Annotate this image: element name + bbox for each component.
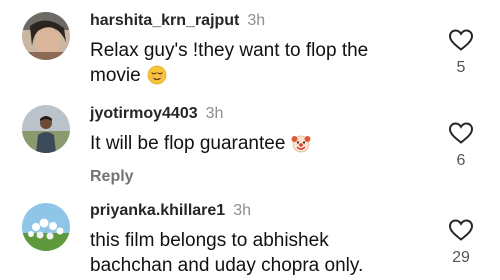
timestamp: 3h [205, 105, 224, 122]
timestamp: 3h [233, 202, 251, 219]
like-count: 6 [456, 152, 466, 169]
heart-icon[interactable] [446, 28, 476, 52]
comment-text-line: Relax guy's !they want to flop the [90, 40, 369, 61]
comment-text-line: bachchan and uday chopra only. [90, 255, 364, 276]
like-count: 5 [456, 59, 466, 76]
relieved-face-icon [147, 65, 167, 92]
comment-meta: harshita_krn_rajput 3h [90, 10, 420, 32]
comment-meta: jyotirmoy4403 3h [90, 103, 420, 125]
comment-meta: priyanka.khillare1 3h [90, 200, 420, 222]
username[interactable]: jyotirmoy4403 [90, 105, 198, 122]
heart-icon[interactable] [446, 218, 476, 242]
comment-text: this film belongs to abhishek bachchan a… [90, 228, 420, 278]
comment-text: Relax guy's !they want to flop the movie [90, 38, 420, 92]
clown-face-icon [291, 133, 311, 160]
reply-button[interactable]: Reply [90, 168, 420, 186]
comment-text-line: movie [90, 65, 141, 86]
timestamp: 3h [247, 12, 266, 29]
avatar[interactable] [22, 203, 70, 251]
like-count: 29 [452, 249, 470, 266]
username[interactable]: priyanka.khillare1 [90, 202, 225, 219]
avatar[interactable] [22, 105, 70, 153]
comment-text-line: this film belongs to abhishek [90, 230, 329, 251]
heart-icon[interactable] [446, 121, 476, 145]
avatar[interactable] [22, 12, 70, 60]
comment-text: It will be flop guarantee [90, 131, 420, 160]
comment-text-line: It will be flop guarantee [90, 133, 286, 154]
username[interactable]: harshita_krn_rajput [90, 12, 239, 29]
